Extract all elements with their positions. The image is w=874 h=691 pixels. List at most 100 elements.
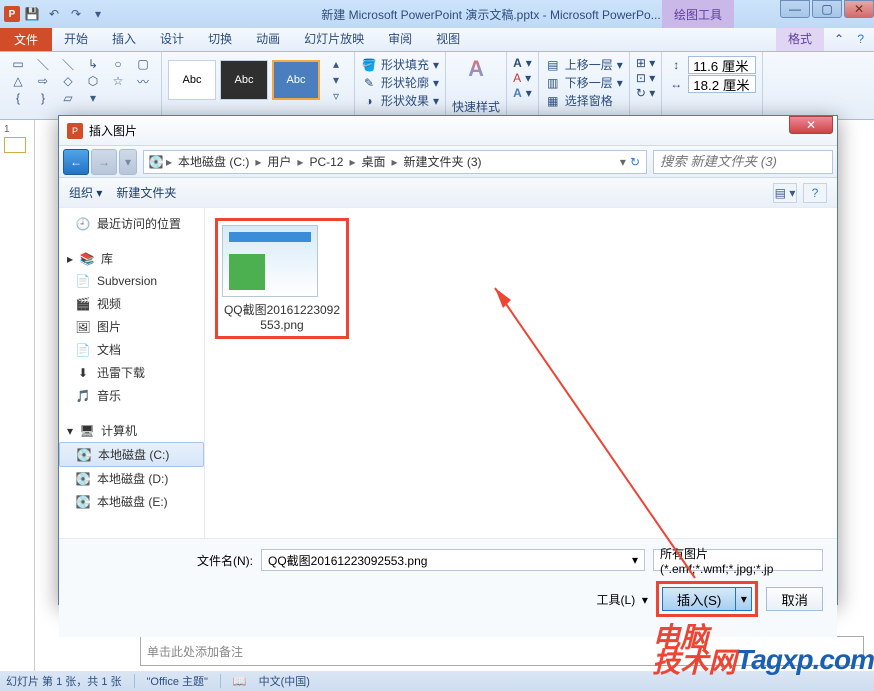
selection-pane-button[interactable]: ▦选择窗格 — [545, 92, 623, 109]
nav-computer[interactable]: ▾🖥计算机 — [59, 419, 204, 442]
recent-icon: 🕘 — [75, 216, 91, 232]
shape-outline-button[interactable]: ✎形状轮廓 ▾ — [361, 74, 439, 91]
nav-recent[interactable]: 🕘最近访问的位置 — [59, 212, 204, 235]
tab-transitions[interactable]: 切换 — [196, 26, 244, 51]
tab-view[interactable]: 视图 — [424, 26, 472, 51]
nav-pictures[interactable]: 🖼图片 — [59, 315, 204, 338]
breadcrumb-desktop[interactable]: 桌面 — [357, 153, 389, 170]
tab-design[interactable]: 设计 — [148, 26, 196, 51]
qat-customize-icon[interactable]: ▾ — [88, 4, 108, 24]
shape-star-icon[interactable]: ☆ — [106, 73, 130, 89]
help-icon[interactable]: ? — [857, 32, 864, 46]
nav-subversion[interactable]: 📄Subversion — [59, 270, 204, 292]
style-item-1[interactable]: Abc — [168, 60, 216, 100]
quick-styles-button[interactable]: 快速样式 — [452, 98, 500, 115]
shape-connector-icon[interactable]: ↳ — [81, 56, 105, 72]
tab-file[interactable]: 文件 — [0, 27, 52, 51]
cancel-button[interactable]: 取消 — [766, 587, 823, 611]
bring-forward-button[interactable]: ▤上移一层 ▾ — [545, 56, 623, 73]
refresh-icon[interactable]: ↻ — [628, 155, 642, 169]
style-item-2[interactable]: Abc — [220, 60, 268, 100]
breadcrumb-folder[interactable]: 新建文件夹 (3) — [400, 153, 486, 170]
breadcrumb[interactable]: 💽 ▸ 本地磁盘 (C:) ▸ 用户 ▸ PC-12 ▸ 桌面 ▸ 新建文件夹 … — [143, 150, 647, 174]
shape-hex-icon[interactable]: ⬡ — [81, 73, 105, 89]
file-list-pane[interactable]: QQ截图20161223092553.png — [205, 208, 837, 538]
gallery-down-icon[interactable]: ▾ — [324, 72, 348, 88]
breadcrumb-users[interactable]: 用户 — [263, 153, 295, 170]
style-item-3[interactable]: Abc — [272, 60, 320, 100]
new-folder-button[interactable]: 新建文件夹 — [116, 184, 176, 201]
redo-icon[interactable]: ↷ — [66, 4, 86, 24]
nav-music[interactable]: 🎵音乐 — [59, 384, 204, 407]
text-effects-button[interactable]: A ▾ — [513, 86, 532, 100]
tab-format[interactable]: 格式 — [776, 26, 824, 51]
nav-documents[interactable]: 📄文档 — [59, 338, 204, 361]
close-button[interactable]: ✕ — [844, 0, 874, 18]
help-button[interactable]: ? — [803, 183, 827, 203]
search-input[interactable] — [653, 150, 833, 174]
text-fill-button[interactable]: A ▾ — [513, 56, 532, 70]
ribbon-minimize-icon[interactable]: ⌃ — [834, 32, 844, 46]
notes-input[interactable]: 单击此处添加备注 — [140, 636, 864, 666]
text-outline-button[interactable]: A ▾ — [513, 71, 532, 85]
nav-xunlei[interactable]: ⬇迅雷下载 — [59, 361, 204, 384]
gallery-up-icon[interactable]: ▴ — [324, 56, 348, 72]
nav-libraries[interactable]: ▸📚库 — [59, 247, 204, 270]
tab-slideshow[interactable]: 幻灯片放映 — [292, 26, 376, 51]
shape-brace-icon[interactable]: { — [6, 90, 30, 106]
breadcrumb-pc[interactable]: PC-12 — [305, 155, 347, 169]
shape-line-icon[interactable]: ＼ — [31, 56, 55, 72]
insert-button[interactable]: 插入(S) — [662, 587, 736, 611]
filetype-filter[interactable]: 所有图片(*.emf;*.wmf;*.jpg;*.jp — [653, 549, 823, 571]
shape-callout-icon[interactable]: ▱ — [56, 90, 80, 106]
insert-dropdown-button[interactable]: ▾ — [736, 587, 752, 611]
tools-button[interactable]: 工具(L) ▾ — [597, 591, 648, 608]
shape-effects-button[interactable]: ◑形状效果 ▾ — [361, 92, 439, 109]
shape-oval-icon[interactable]: ○ — [106, 56, 130, 72]
group-button[interactable]: ⊡ ▾ — [636, 71, 655, 85]
shape-rrect-icon[interactable]: ▢ — [131, 56, 155, 72]
chevron-down-icon[interactable]: ▾ — [632, 553, 638, 567]
send-backward-button[interactable]: ▥下移一层 ▾ — [545, 74, 623, 91]
breadcrumb-drive[interactable]: 本地磁盘 (C:) — [174, 153, 253, 170]
maximize-button[interactable]: ▢ — [812, 0, 842, 18]
width-input[interactable] — [688, 75, 756, 93]
tab-animations[interactable]: 动画 — [244, 26, 292, 51]
shape-arrow-icon[interactable]: ⇨ — [31, 73, 55, 89]
nav-videos[interactable]: 🎬视频 — [59, 292, 204, 315]
shape-line2-icon[interactable]: ＼ — [56, 56, 80, 72]
shape-diamond-icon[interactable]: ◇ — [56, 73, 80, 89]
nav-drive-c[interactable]: 💽本地磁盘 (C:) — [59, 442, 204, 467]
shape-rect-icon[interactable]: ▭ — [6, 56, 30, 72]
height-input[interactable] — [688, 56, 756, 74]
shape-more-icon[interactable]: ▾ — [81, 90, 105, 106]
shape-curve-icon[interactable]: 〰 — [131, 73, 155, 89]
nav-drive-e[interactable]: 💽本地磁盘 (E:) — [59, 490, 204, 513]
shape-fill-button[interactable]: 🪣形状填充 ▾ — [361, 56, 439, 73]
dialog-close-button[interactable]: ✕ — [789, 116, 833, 134]
shape-brace2-icon[interactable]: } — [31, 90, 55, 106]
shape-triangle-icon[interactable]: △ — [6, 73, 30, 89]
undo-icon[interactable]: ↶ — [44, 4, 64, 24]
nav-history-button[interactable]: ▾ — [119, 149, 137, 175]
filename-input[interactable]: QQ截图20161223092553.png▾ — [261, 549, 645, 571]
nav-back-button[interactable]: ← — [63, 149, 89, 175]
organize-button[interactable]: 组织 ▾ — [69, 184, 102, 201]
bucket-icon: 🪣 — [361, 57, 377, 73]
gallery-more-icon[interactable]: ▿ — [324, 88, 348, 104]
view-mode-button[interactable]: ▤ ▾ — [773, 183, 797, 203]
tab-review[interactable]: 审阅 — [376, 26, 424, 51]
tab-home[interactable]: 开始 — [52, 26, 100, 51]
align-button[interactable]: ⊞ ▾ — [636, 56, 655, 70]
tab-insert[interactable]: 插入 — [100, 26, 148, 51]
minimize-button[interactable]: — — [780, 0, 810, 18]
spellcheck-icon[interactable]: 📖 — [233, 675, 247, 688]
nav-forward-button[interactable]: → — [91, 149, 117, 175]
rotate-button[interactable]: ↻ ▾ — [636, 86, 655, 100]
breadcrumb-dropdown-icon[interactable]: ▾ — [618, 155, 628, 169]
language-label[interactable]: 中文(中国) — [259, 673, 310, 689]
slide-thumbnail[interactable] — [4, 137, 26, 153]
file-item[interactable]: QQ截图20161223092553.png — [222, 225, 342, 332]
save-icon[interactable]: 💾 — [22, 4, 42, 24]
nav-drive-d[interactable]: 💽本地磁盘 (D:) — [59, 467, 204, 490]
